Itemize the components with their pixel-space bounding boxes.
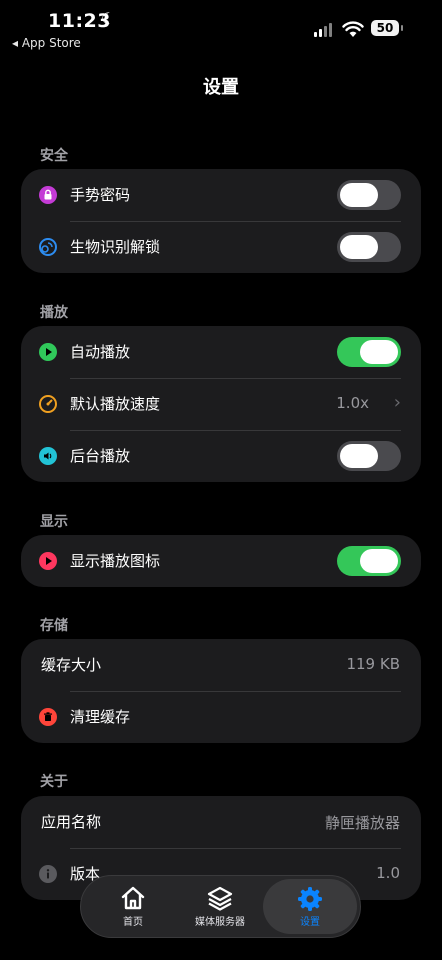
play-icon — [39, 343, 57, 361]
biometric-unlock-toggle[interactable] — [337, 232, 401, 262]
layers-icon — [207, 886, 233, 911]
speaker-icon — [39, 447, 57, 465]
biometric-unlock-label: 生物识别解锁 — [70, 238, 161, 256]
section-title-display: 显示 — [40, 514, 68, 530]
gesture-password-row[interactable]: 手势密码 — [21, 169, 421, 221]
app-name-value: 静匣播放器 — [324, 814, 400, 832]
gesture-password-label: 手势密码 — [70, 186, 131, 204]
cache-size-row: 缓存大小 119 KB — [21, 639, 421, 691]
face-id-icon — [39, 238, 57, 256]
background-play-toggle[interactable] — [337, 441, 401, 471]
show-play-icon-toggle[interactable] — [337, 546, 401, 576]
default-speed-label: 默认播放速度 — [70, 395, 161, 413]
show-play-icon-label: 显示播放图标 — [70, 552, 161, 570]
tab-home-label: 首页 — [123, 917, 143, 928]
app-name-row: 应用名称 静匣播放器 — [21, 796, 421, 848]
play-icon — [39, 552, 57, 570]
cache-size-value: 119 KB — [346, 655, 400, 673]
playback-card: 自动播放 默认播放速度 1.0x › 后台播放 — [21, 326, 421, 482]
autoplay-toggle[interactable] — [337, 337, 401, 367]
section-title-about: 关于 — [40, 774, 68, 790]
show-play-icon-row[interactable]: 显示播放图标 — [21, 535, 421, 587]
tab-media-servers-label: 媒体服务器 — [195, 917, 245, 928]
tab-settings-label: 设置 — [300, 917, 320, 928]
clear-cache-label: 清理缓存 — [70, 708, 131, 726]
autoplay-row[interactable]: 自动播放 — [21, 326, 421, 378]
section-title-playback: 播放 — [40, 305, 68, 321]
battery-indicator: 50 — [371, 20, 403, 36]
chevron-right-icon: › — [393, 392, 401, 413]
tab-media-servers[interactable]: 媒体服务器 — [177, 879, 263, 934]
focus-moon-icon: ☾ — [101, 9, 116, 28]
cellular-signal-icon — [314, 23, 332, 37]
back-to-app-store-link[interactable]: ◂ App Store — [12, 36, 81, 50]
wifi-icon — [342, 21, 364, 37]
background-play-row[interactable]: 后台播放 — [21, 430, 421, 482]
trash-icon — [39, 708, 57, 726]
tab-home[interactable]: 首页 — [90, 879, 176, 934]
clear-cache-row[interactable]: 清理缓存 — [21, 691, 421, 743]
lock-icon — [39, 186, 57, 204]
gesture-password-toggle[interactable] — [337, 180, 401, 210]
security-card: 手势密码 生物识别解锁 — [21, 169, 421, 273]
tab-settings[interactable]: 设置 — [263, 879, 357, 934]
biometric-unlock-row[interactable]: 生物识别解锁 — [21, 221, 421, 273]
default-speed-row[interactable]: 默认播放速度 1.0x › — [21, 378, 421, 430]
house-icon — [121, 886, 145, 910]
speedometer-icon — [39, 395, 57, 413]
section-title-storage: 存储 — [40, 618, 68, 634]
app-name-label: 应用名称 — [41, 813, 102, 831]
autoplay-label: 自动播放 — [70, 343, 131, 361]
section-title-security: 安全 — [40, 148, 68, 164]
background-play-label: 后台播放 — [70, 447, 131, 465]
info-icon — [39, 865, 57, 883]
default-speed-value: 1.0x — [336, 394, 369, 412]
version-value: 1.0 — [376, 864, 400, 882]
display-card: 显示播放图标 — [21, 535, 421, 587]
page-title: 设置 — [203, 77, 239, 98]
storage-card: 缓存大小 119 KB 清理缓存 — [21, 639, 421, 743]
tab-bar: 首页 媒体服务器 设置 — [80, 875, 361, 938]
gear-icon — [298, 887, 322, 911]
cache-size-label: 缓存大小 — [41, 656, 102, 674]
status-bar: 11:23 ☾ ◂ App Store 50 — [0, 0, 442, 60]
